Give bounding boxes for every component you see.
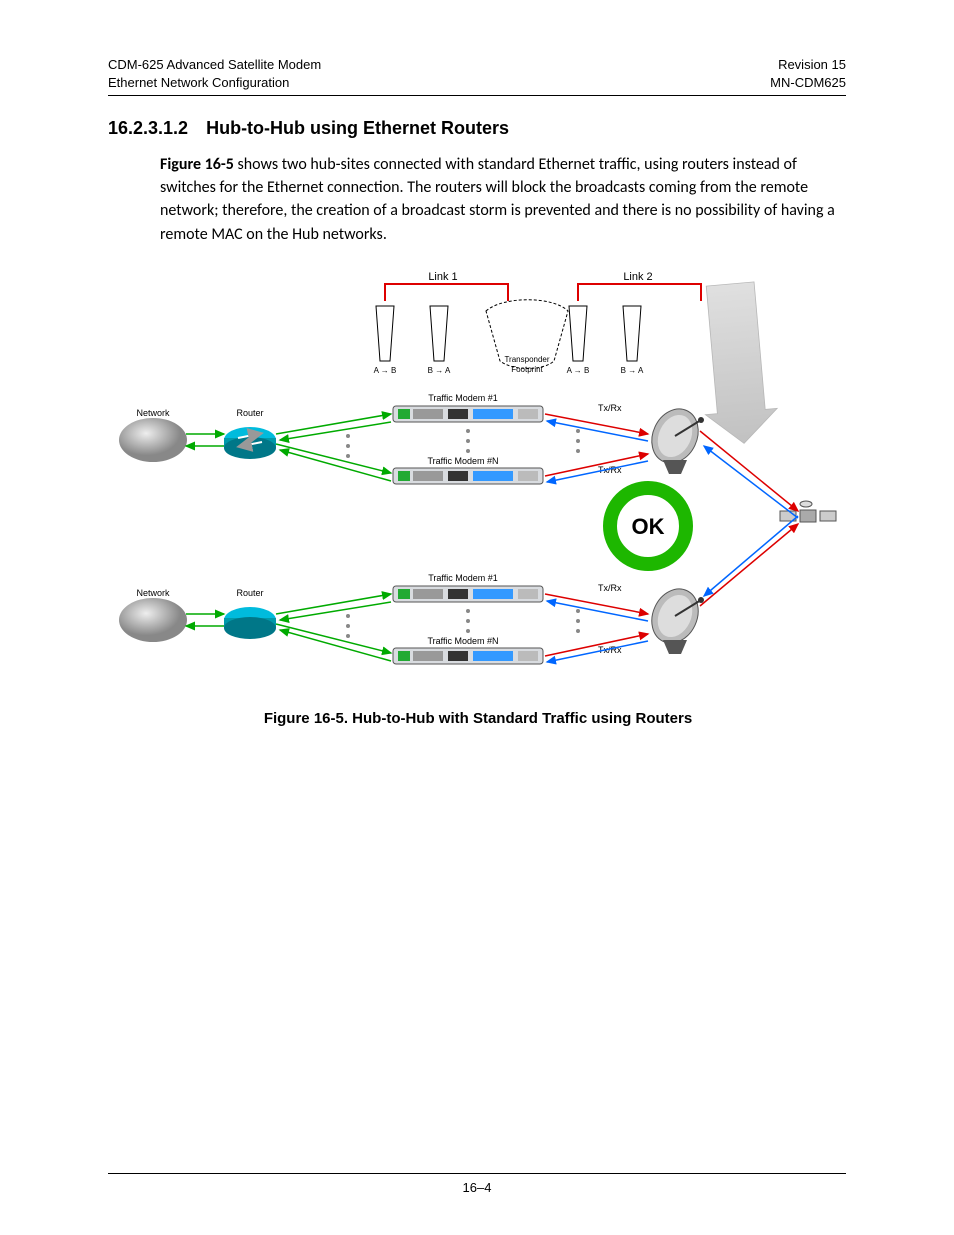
page-footer: 16–4 — [108, 1173, 846, 1195]
traffic-modem-n-top: Traffic Modem #N — [427, 456, 498, 466]
link1-label: Link 1 — [428, 271, 457, 283]
ba-label-1: B → A — [428, 366, 451, 375]
network-label-bottom: Network — [136, 588, 170, 598]
ab-label-2: A → B — [567, 366, 590, 375]
network-diagram: Link 1 Link 2 A → B B → A A → B B → A Tr… — [108, 266, 848, 696]
router-label-bottom: Router — [236, 588, 263, 598]
body-paragraph: Figure 16-5 shows two hub-sites connecte… — [160, 153, 846, 246]
section-heading: 16.2.3.1.2 Hub-to-Hub using Ethernet Rout… — [108, 118, 846, 139]
figure-wrap: Link 1 Link 2 A → B B → A A → B B → A Tr… — [108, 266, 848, 727]
traffic-modem-1-bottom: Traffic Modem #1 — [428, 573, 498, 583]
section-title: Hub-to-Hub using Ethernet Routers — [206, 118, 509, 138]
ba-label-2: B → A — [621, 366, 644, 375]
transponder-label-1: Transponder — [504, 355, 549, 364]
ok-label: OK — [632, 514, 665, 539]
header-right-line2: MN-CDM625 — [770, 74, 846, 92]
transponder-label-2: Footprint — [511, 365, 543, 374]
header-left-line1: CDM-625 Advanced Satellite Modem — [108, 56, 321, 74]
txrx-top-1: Tx/Rx — [598, 403, 622, 413]
paragraph-text: shows two hub-sites connected with stand… — [160, 155, 835, 244]
txrx-bottom-1: Tx/Rx — [598, 583, 622, 593]
header-right-line1: Revision 15 — [770, 56, 846, 74]
network-label-top: Network — [136, 408, 170, 418]
router-label-top: Router — [236, 408, 263, 418]
traffic-modem-1-top: Traffic Modem #1 — [428, 393, 498, 403]
traffic-modem-n-bottom: Traffic Modem #N — [427, 636, 498, 646]
footer-divider — [108, 1173, 846, 1174]
section-number: 16.2.3.1.2 — [108, 118, 188, 138]
figure-reference: Figure 16-5 — [160, 155, 234, 174]
header-left-line2: Ethernet Network Configuration — [108, 74, 321, 92]
ab-label-1: A → B — [374, 366, 397, 375]
header-divider — [108, 95, 846, 96]
page-number: 16–4 — [108, 1180, 846, 1195]
figure-caption: Figure 16-5. Hub-to-Hub with Standard Tr… — [108, 710, 848, 727]
link2-label: Link 2 — [623, 271, 652, 283]
page-header: CDM-625 Advanced Satellite Modem Etherne… — [108, 56, 846, 91]
